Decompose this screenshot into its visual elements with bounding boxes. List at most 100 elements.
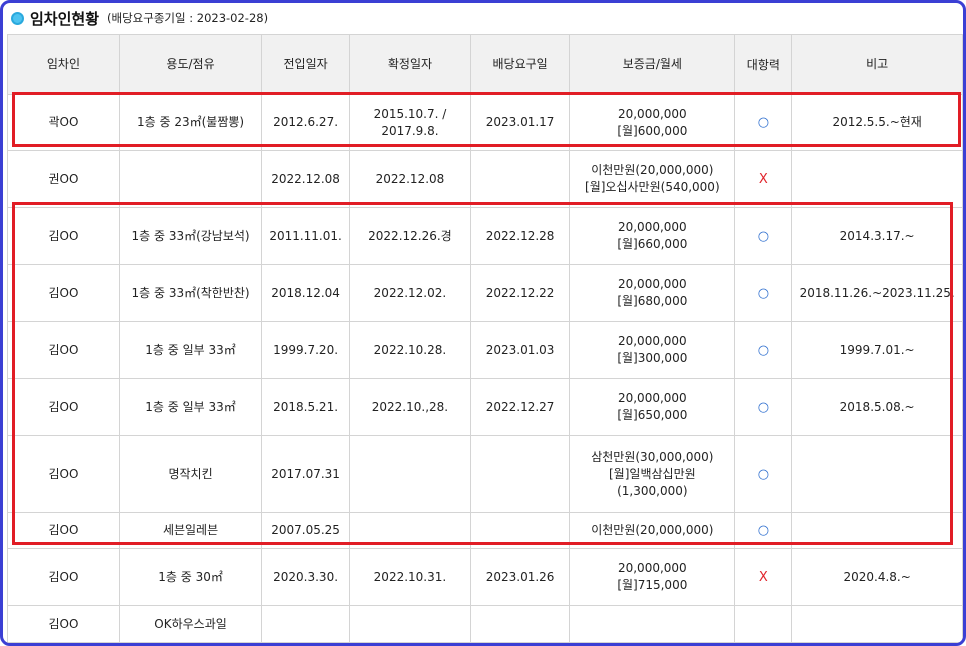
- fixed-date-line: 2015.10.7. /: [373, 106, 447, 121]
- deposit-rent-line: 삼천만원(30,000,000): [591, 449, 714, 464]
- tenant-name: 김OO: [7, 378, 120, 436]
- tenant-name: 권OO: [7, 150, 120, 208]
- deposit-rent-line: 이천만원(20,000,000): [591, 523, 714, 537]
- title-bar: 임차인현황 (배당요구종기일 : 2023-02-28): [11, 7, 268, 29]
- move-in-date: 2012.6.27.: [261, 94, 350, 151]
- deposit-rent-line: 20,000,000: [617, 561, 687, 575]
- table-row: 김OO OK하우스과일: [7, 605, 963, 643]
- remarks: 2018.11.26.~2023.11.25.: [791, 264, 963, 322]
- table-row: 김OO 1층 중 일부 33㎡ 1999.7.20. 2022.10.28. 2023.…: [7, 321, 963, 379]
- use-occupancy: 세븐일레븐: [118, 512, 263, 549]
- move-in-date: 2011.11.01.: [261, 207, 350, 265]
- opposing-power-circle-icon: ○: [734, 435, 793, 513]
- move-in-date: [261, 605, 350, 643]
- tenant-name: 김OO: [7, 548, 120, 606]
- tenant-name: 김OO: [7, 264, 120, 322]
- remarks: 2018.5.08.~: [791, 378, 963, 436]
- fixed-date: [348, 512, 471, 549]
- deposit-rent-line: [월]600,000: [617, 123, 688, 138]
- deposit-rent: 이천만원(20,000,000): [569, 512, 736, 549]
- table-header-row: 임차인 용도/점유 전입일자 확정일자 배당요구일 보증금/월세 대항력 비고: [7, 34, 963, 95]
- deposit-rent-line: [월]660,000: [617, 237, 688, 251]
- table-row: 김OO 1층 중 33㎡(강남보석) 2011.11.01. 2022.12.26.경…: [7, 207, 963, 265]
- tenant-name: 김OO: [7, 435, 120, 513]
- claim-date: [469, 435, 571, 513]
- deposit-rent-line: 20,000,000: [617, 106, 687, 121]
- fixed-date: 2022.10.28.: [348, 321, 471, 379]
- bullet-circle-icon: [11, 11, 24, 25]
- deposit-rent-line: 이천만원(20,000,000): [591, 163, 714, 177]
- deposit-rent-line: 20,000,000: [617, 334, 687, 348]
- column-header: 전입일자: [261, 34, 350, 95]
- use-occupancy: 1층 중 33㎡(강남보석): [118, 207, 263, 265]
- deposit-rent-line: [월]715,000: [617, 578, 688, 592]
- use-occupancy: 1층 중 일부 33㎡: [118, 321, 263, 379]
- move-in-date: 2018.5.21.: [261, 378, 350, 436]
- deposit-rent: 삼천만원(30,000,000) [월]일백삼십만원 (1,300,000): [569, 435, 736, 513]
- claim-date: [469, 150, 571, 208]
- fixed-date: 2022.12.08: [348, 150, 471, 208]
- claim-date: [469, 512, 571, 549]
- deposit-rent-line: 20,000,000: [617, 391, 687, 405]
- remarks: 2014.3.17.~: [791, 207, 963, 265]
- fixed-date: 2022.10.31.: [348, 548, 471, 606]
- claim-date: 2023.01.26: [469, 548, 571, 606]
- opposing-power-circle-icon: ○: [734, 321, 793, 379]
- table-row: 김OO 1층 중 33㎡(착한반찬) 2018.12.04 2022.12.02. 20…: [7, 264, 963, 322]
- fixed-date-line: 2022.12.26.경: [368, 228, 452, 243]
- fixed-date-line: 2017.9.8.: [381, 123, 439, 138]
- move-in-date: 2007.05.25: [261, 512, 350, 549]
- use-occupancy: 1층 중 23㎡(불짬뽕): [118, 94, 263, 151]
- deposit-rent-line: [월]650,000: [617, 408, 688, 422]
- opposing-power-circle-icon: ○: [734, 94, 793, 151]
- tenant-name: 김OO: [7, 512, 120, 549]
- column-header: 배당요구일: [469, 34, 571, 95]
- fixed-date-line: 2022.10.,28.: [371, 399, 449, 414]
- deposit-rent: 20,000,000 [월]660,000: [569, 207, 736, 265]
- use-occupancy: [118, 150, 263, 208]
- claim-date: 2022.12.27: [469, 378, 571, 436]
- table-row: 김OO 1층 중 일부 33㎡ 2018.5.21. 2022.10.,28. 2022…: [7, 378, 963, 436]
- deposit-rent: 20,000,000 [월]650,000: [569, 378, 736, 436]
- column-header: 용도/점유: [118, 34, 263, 95]
- opposing-power-cross-icon: X: [734, 150, 793, 208]
- tenant-name: 곽OO: [7, 94, 120, 151]
- opposing-power-circle-icon: [734, 605, 793, 643]
- opposing-power-circle-icon: ○: [734, 378, 793, 436]
- opposing-power-circle-icon: ○: [734, 512, 793, 549]
- deposit-rent-line: [월]오십사만원(540,000): [585, 180, 720, 194]
- remarks: 2012.5.5.~현재: [791, 94, 963, 151]
- deposit-rent: 20,000,000 [월]600,000: [569, 94, 736, 151]
- opposing-power-cross-icon: X: [734, 548, 793, 606]
- fixed-date: [348, 605, 471, 643]
- opposing-power-circle-icon: ○: [734, 207, 793, 265]
- fixed-date-line: 2022.10.28.: [373, 342, 447, 357]
- deposit-rent-line: [월]일백삼십만원: [609, 466, 696, 481]
- claim-date: 2023.01.03: [469, 321, 571, 379]
- remarks: [791, 512, 963, 549]
- remarks: 2020.4.8.~: [791, 548, 963, 606]
- remarks: [791, 150, 963, 208]
- fixed-date: 2022.12.26.경: [348, 207, 471, 265]
- fixed-date: 2022.12.02.: [348, 264, 471, 322]
- deposit-rent-line: [월]300,000: [617, 351, 688, 365]
- deposit-rent-line: (1,300,000): [617, 483, 688, 498]
- move-in-date: 2017.07.31: [261, 435, 350, 513]
- deposit-rent: [569, 605, 736, 643]
- deposit-rent: 20,000,000 [월]680,000: [569, 264, 736, 322]
- move-in-date: 2018.12.04: [261, 264, 350, 322]
- deposit-rent: 20,000,000 [월]300,000: [569, 321, 736, 379]
- tenant-name: 김OO: [7, 321, 120, 379]
- tenant-status-panel: 임차인현황 (배당요구종기일 : 2023-02-28) 임차인 용도/점유 전입일…: [0, 0, 966, 646]
- remarks: 1999.7.01.~: [791, 321, 963, 379]
- fixed-date: [348, 435, 471, 513]
- column-header: 임차인: [7, 34, 120, 95]
- column-header: 비고: [791, 34, 963, 95]
- use-occupancy: 1층 중 일부 33㎡: [118, 378, 263, 436]
- deposit-rent-line: [월]680,000: [617, 294, 688, 308]
- deposit-rent-line: 20,000,000: [617, 277, 687, 291]
- table-row: 김OO 1층 중 30㎡ 2020.3.30. 2022.10.31. 2023.01.…: [7, 548, 963, 606]
- move-in-date: 2022.12.08: [261, 150, 350, 208]
- column-header: 확정일자: [348, 34, 471, 95]
- table-row: 권OO 2022.12.08 2022.12.08 이천만원(20,000,000) […: [7, 150, 963, 208]
